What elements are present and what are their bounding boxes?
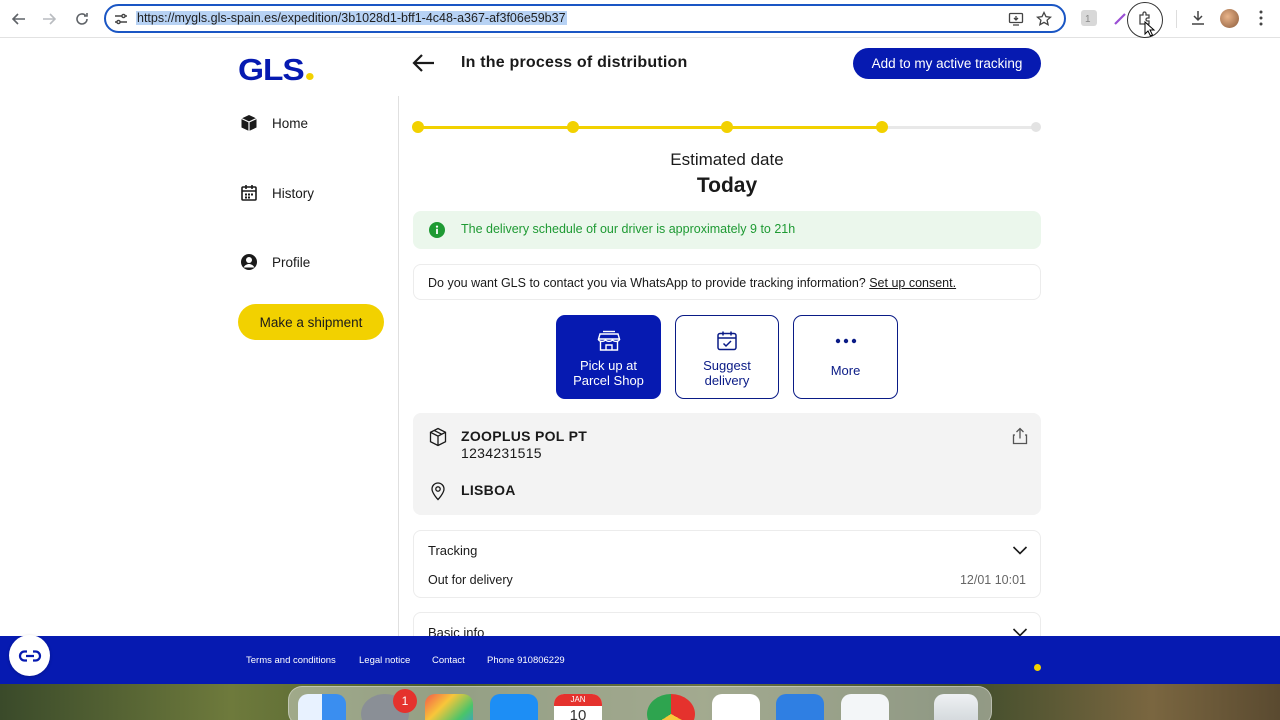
notification-badge: 1 — [393, 689, 417, 713]
calendar-icon — [240, 184, 258, 202]
action-label: Suggest delivery — [703, 358, 751, 388]
progress-fill — [418, 126, 882, 129]
back-arrow-icon[interactable] — [412, 52, 436, 74]
slack-app-icon[interactable] — [712, 694, 760, 720]
more-dots-icon — [834, 330, 858, 352]
progress-step-dot — [566, 121, 579, 133]
suggest-delivery-button[interactable]: Suggest delivery — [675, 315, 779, 399]
downloads-icon[interactable] — [1189, 9, 1207, 27]
footer-dot — [1034, 664, 1041, 671]
whatsapp-question: Do you want GLS to contact you via Whats… — [428, 276, 866, 290]
chevron-down-icon[interactable] — [1012, 545, 1028, 555]
forward-nav-icon[interactable] — [38, 8, 60, 30]
estimated-date-value: Today — [696, 174, 758, 197]
calendar-app-icon[interactable]: JAN 10 — [554, 694, 602, 720]
parcel-info-card: ZOOPLUS POL PT 1234231515 LISBOA — [413, 413, 1041, 515]
estimated-date-label: Estimated date — [670, 150, 784, 169]
launchpad-icon[interactable] — [425, 694, 473, 720]
install-app-icon[interactable] — [1008, 11, 1024, 27]
destination-city: LISBOA — [461, 482, 516, 498]
url-text[interactable]: https://mygls.gls-spain.es/expedition/3b… — [136, 11, 567, 25]
calendar-day: 10 — [569, 707, 587, 720]
address-bar[interactable]: https://mygls.gls-spain.es/expedition/3b… — [104, 4, 1066, 33]
reload-icon[interactable] — [71, 8, 93, 30]
user-icon — [240, 253, 258, 271]
browser-menu-icon[interactable] — [1252, 9, 1270, 27]
progress-step-dot — [721, 121, 733, 133]
sidebar-item-label: Home — [272, 115, 309, 131]
add-to-active-tracking-button[interactable]: Add to my active tracking — [853, 48, 1041, 79]
page-title: In the process of distribution — [461, 54, 688, 71]
tracking-number: 1234231515 — [461, 445, 542, 461]
extension-icon[interactable]: 1 — [1080, 9, 1098, 27]
footer-link-legal[interactable]: Legal notice — [359, 655, 410, 666]
bookmark-star-icon[interactable] — [1036, 11, 1052, 27]
maps-app-icon[interactable] — [841, 694, 889, 720]
mouse-cursor-icon — [1144, 21, 1156, 37]
sidebar-item-profile[interactable]: Profile — [240, 253, 310, 271]
xcode-app-icon[interactable] — [776, 694, 824, 720]
footer-phone[interactable]: Phone 910806229 — [487, 655, 565, 666]
calendar-month: JAN — [554, 694, 602, 706]
make-shipment-button[interactable]: Make a shipment — [238, 304, 384, 340]
page-footer: Terms and conditions Legal notice Contac… — [0, 636, 1280, 684]
trash-icon[interactable] — [934, 694, 978, 720]
progress-step-dot — [1031, 122, 1041, 132]
chat-assistant-button[interactable] — [9, 635, 50, 676]
set-up-consent-link[interactable]: Set up consent. — [869, 276, 956, 290]
whatsapp-consent-box: Do you want GLS to contact you via Whats… — [413, 264, 1041, 300]
site-settings-icon[interactable] — [114, 12, 128, 26]
more-options-button[interactable]: More — [793, 315, 898, 399]
sidebar-item-home[interactable]: Home — [240, 114, 308, 132]
progress-step-dot — [412, 121, 424, 133]
tracking-section[interactable]: Tracking Out for delivery 12/01 10:01 — [413, 530, 1041, 598]
share-icon[interactable] — [1011, 427, 1029, 445]
extensions-puzzle-button[interactable] — [1127, 2, 1163, 38]
whatsapp-consent-text: Do you want GLS to contact you via Whats… — [428, 276, 956, 290]
logo-dot — [305, 73, 314, 80]
action-label: Pick up at Parcel Shop — [573, 358, 644, 388]
package-icon — [429, 427, 447, 447]
sidebar-divider — [398, 96, 399, 636]
svg-text:1: 1 — [1085, 14, 1091, 25]
action-label: More — [830, 363, 861, 378]
sender-name: ZOOPLUS POL PT — [461, 428, 588, 444]
delivery-schedule-banner: The delivery schedule of our driver is a… — [413, 211, 1041, 249]
progress-step-dot — [875, 121, 888, 133]
shop-icon — [597, 330, 621, 352]
footer-link-contact[interactable]: Contact — [432, 655, 465, 666]
tracking-title: Tracking — [428, 543, 478, 558]
sidebar-item-label: History — [272, 185, 315, 201]
delivery-schedule-text: The delivery schedule of our driver is a… — [461, 222, 796, 236]
chat-link-icon — [18, 649, 41, 662]
app-store-icon[interactable] — [490, 694, 538, 720]
profile-avatar[interactable] — [1220, 9, 1239, 28]
location-pin-icon — [431, 482, 445, 501]
finder-app-icon[interactable] — [298, 694, 346, 720]
sidebar-item-label: Profile — [272, 254, 311, 270]
logo-text: GLS — [238, 52, 305, 87]
tracking-timestamp: 12/01 10:01 — [959, 573, 1026, 587]
toolbar-separator — [1176, 10, 1177, 28]
tracking-status: Out for delivery — [428, 573, 513, 587]
info-icon — [429, 222, 445, 238]
sidebar-item-history[interactable]: History — [240, 184, 314, 202]
footer-link-terms[interactable]: Terms and conditions — [246, 655, 336, 666]
pick-up-parcel-shop-button[interactable]: Pick up at Parcel Shop — [556, 315, 661, 399]
gls-logo[interactable]: GLS — [238, 52, 314, 88]
calendar-check-icon — [715, 330, 739, 352]
box-icon — [240, 114, 258, 132]
browser-toolbar: https://mygls.gls-spain.es/expedition/3b… — [0, 0, 1280, 38]
back-nav-icon[interactable] — [8, 8, 30, 30]
